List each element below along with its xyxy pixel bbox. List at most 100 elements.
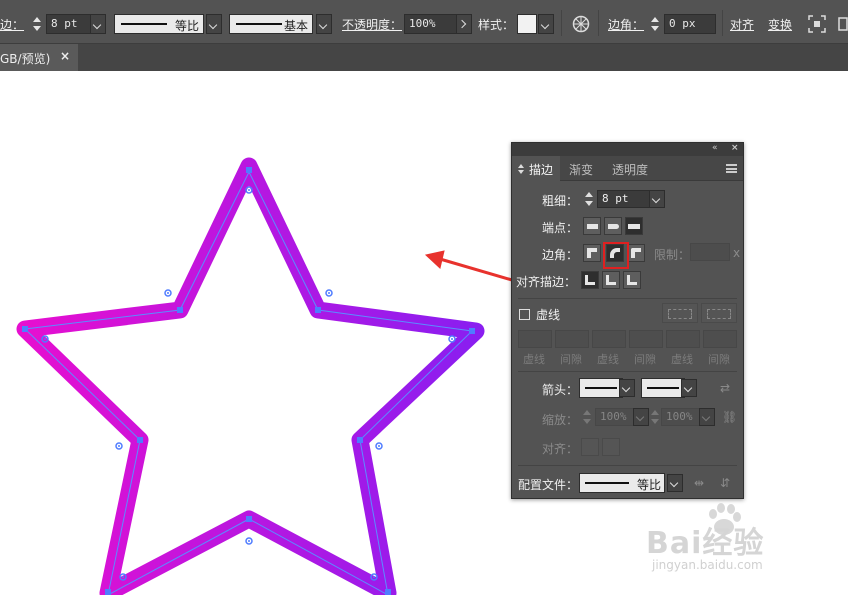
- end-scale-stepper[interactable]: [649, 408, 661, 426]
- opacity-label[interactable]: 不透明度：: [342, 16, 402, 33]
- document-tab-bar: GB/预览) ×: [0, 44, 848, 71]
- weight-label: 粗细：: [542, 194, 579, 208]
- gap-1-label: 间隙: [560, 353, 582, 366]
- profile-select[interactable]: 等比: [579, 473, 665, 493]
- profile-dropdown[interactable]: [667, 474, 683, 492]
- round-cap-button[interactable]: [604, 217, 622, 235]
- graphic-style-swatch[interactable]: [517, 14, 537, 34]
- stroke-panel: « × 描边 渐变 透明度 粗细： 8 pt 端点： 边角： 限制： x 对齐描…: [511, 142, 744, 499]
- tab-stroke[interactable]: 描边: [529, 161, 553, 178]
- profile-line-preview: [121, 23, 167, 25]
- dash-2-field[interactable]: [592, 330, 626, 348]
- panel-tabs: 描边 渐变 透明度: [512, 156, 743, 181]
- brush-label: 基本: [283, 19, 308, 33]
- start-scale-dropdown[interactable]: [633, 408, 649, 426]
- dashed-line-label: 虚线: [536, 308, 561, 322]
- limit-field[interactable]: [690, 243, 730, 261]
- close-icon[interactable]: ×: [60, 49, 70, 63]
- divider: [518, 298, 737, 299]
- dash-3-field[interactable]: [666, 330, 700, 348]
- end-arrowhead-dropdown[interactable]: [681, 379, 697, 397]
- stroke-weight-stepper[interactable]: [30, 14, 44, 34]
- close-icon[interactable]: ×: [731, 143, 739, 153]
- document-tab-title: GB/预览): [0, 52, 51, 66]
- divider: [561, 10, 562, 36]
- flip-across-icon[interactable]: ⇵: [720, 476, 730, 490]
- dashed-line-checkbox[interactable]: [519, 309, 530, 320]
- divider: [722, 10, 723, 36]
- profile-dropdown[interactable]: [206, 14, 222, 34]
- align-dash-corners-icon[interactable]: [701, 303, 737, 323]
- opacity-field[interactable]: 100%: [404, 14, 458, 34]
- stroke-weight-dropdown[interactable]: [90, 14, 106, 34]
- dash-2-label: 虚线: [597, 353, 619, 366]
- document-tab[interactable]: GB/预览) ×: [0, 44, 78, 71]
- corner-stepper[interactable]: [648, 14, 662, 34]
- projecting-cap-button[interactable]: [625, 217, 643, 235]
- cap-label: 端点：: [542, 221, 579, 235]
- flip-along-icon[interactable]: ⇹: [694, 476, 704, 490]
- panel-menu-icon[interactable]: [726, 164, 737, 173]
- arrow-extend-button[interactable]: [581, 438, 599, 456]
- divider: [518, 371, 737, 372]
- profile-label: 等比: [174, 19, 199, 33]
- watermark-brand: Bai经验: [646, 526, 765, 561]
- round-join-highlight: [603, 242, 629, 269]
- miter-join-button[interactable]: [583, 244, 601, 262]
- gap-3-label: 间隙: [708, 353, 730, 366]
- end-scale-field[interactable]: 100%: [661, 408, 701, 426]
- start-scale-field[interactable]: 100%: [595, 408, 635, 426]
- corner-radius-field[interactable]: 0 px: [664, 14, 716, 34]
- arrow-place-button[interactable]: [602, 438, 620, 456]
- link-scale-icon[interactable]: ⛓: [722, 410, 737, 424]
- panel-menu-icon[interactable]: [838, 15, 848, 33]
- bevel-join-button[interactable]: [627, 244, 645, 262]
- align-inside-button[interactable]: [602, 271, 620, 289]
- gap-3-field[interactable]: [703, 330, 737, 348]
- start-scale-stepper[interactable]: [581, 408, 593, 426]
- dash-3-label: 虚线: [671, 353, 693, 366]
- gap-2-field[interactable]: [629, 330, 663, 348]
- style-dropdown[interactable]: [538, 14, 554, 34]
- align-link[interactable]: 对齐: [730, 16, 754, 33]
- gap-2-label: 间隙: [634, 353, 656, 366]
- align-center-button[interactable]: [581, 271, 599, 289]
- corner-label: 边角：: [542, 248, 579, 262]
- start-arrowhead-select[interactable]: [579, 378, 623, 398]
- dash-1-field[interactable]: [518, 330, 552, 348]
- corner-label[interactable]: 边角：: [608, 16, 644, 33]
- weight-dropdown[interactable]: [649, 190, 665, 208]
- opacity-slider-button[interactable]: [456, 14, 472, 34]
- profile-label: 配置文件：: [518, 478, 579, 492]
- end-scale-dropdown[interactable]: [699, 408, 715, 426]
- align-outside-button[interactable]: [623, 271, 641, 289]
- stroke-label: 描边：: [0, 18, 25, 32]
- profile-line-preview: [585, 482, 629, 484]
- arrowheads-label: 箭头：: [542, 383, 579, 397]
- tab-transparency[interactable]: 透明度: [612, 161, 648, 178]
- start-arrowhead-dropdown[interactable]: [619, 379, 635, 397]
- align-stroke-label: 对齐描边：: [516, 275, 577, 289]
- panel-options-toggle-icon[interactable]: [518, 164, 526, 174]
- recolor-artwork-icon[interactable]: [572, 15, 590, 33]
- preserve-dash-icon[interactable]: [662, 303, 698, 323]
- tab-gradient[interactable]: 渐变: [569, 161, 593, 178]
- end-arrowhead-select[interactable]: [641, 378, 685, 398]
- transform-link[interactable]: 变换: [768, 16, 792, 33]
- swap-arrowheads-icon[interactable]: ⇄: [720, 381, 730, 395]
- variable-width-profile-select[interactable]: 等比: [114, 14, 204, 34]
- brush-definition-select[interactable]: 基本: [229, 14, 313, 34]
- scale-label: 缩放：: [542, 413, 579, 427]
- weight-field[interactable]: 8 pt: [597, 190, 651, 208]
- butt-cap-button[interactable]: [583, 217, 601, 235]
- brush-dropdown[interactable]: [316, 14, 332, 34]
- panel-title-bar[interactable]: « ×: [512, 143, 743, 156]
- weight-stepper[interactable]: [583, 190, 595, 208]
- dash-1-label: 虚线: [523, 353, 545, 366]
- gap-1-field[interactable]: [555, 330, 589, 348]
- baidu-watermark: Bai经验 jingyan.baidu.com: [646, 500, 806, 580]
- isolate-icon[interactable]: [808, 15, 826, 33]
- star-stroke: [16, 157, 485, 595]
- control-bar: 描边： 8 pt 等比 基本 不透明度： 100% 样式： 边角： 0 px 对…: [0, 0, 848, 44]
- collapse-icon[interactable]: «: [712, 143, 718, 153]
